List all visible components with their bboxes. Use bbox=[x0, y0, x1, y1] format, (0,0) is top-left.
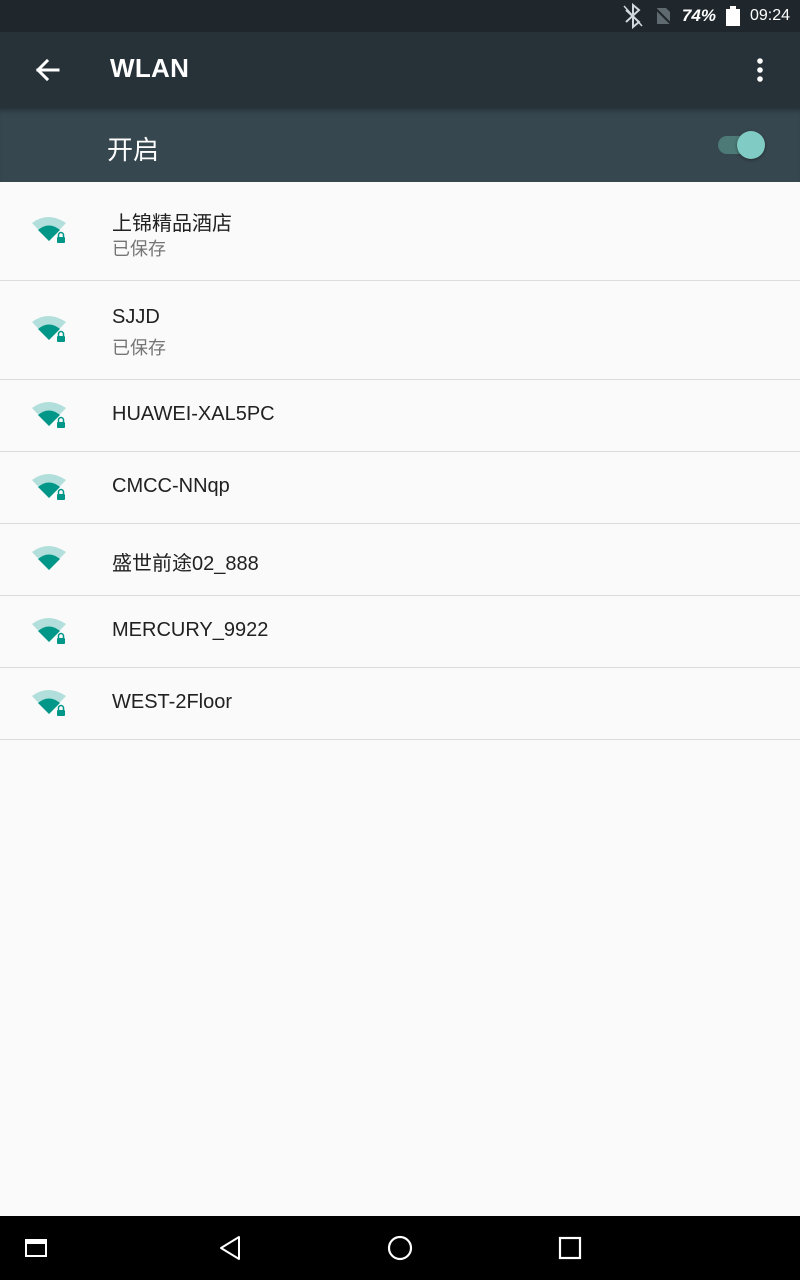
status-icons: 74% 09:24 bbox=[622, 0, 790, 32]
wifi-signal-locked-icon bbox=[32, 402, 66, 428]
status-time: 09:24 bbox=[749, 7, 790, 24]
network-name: 盛世前途02_888 bbox=[112, 553, 259, 575]
network-name: SJJD bbox=[112, 306, 160, 328]
nav-recents-icon[interactable] bbox=[554, 1232, 586, 1264]
network-row[interactable]: MERCURY_9922 bbox=[0, 596, 800, 668]
network-name: 上锦精品酒店 bbox=[112, 213, 232, 235]
wifi-signal-locked-icon bbox=[32, 690, 66, 716]
network-row[interactable]: CMCC-NNqp bbox=[0, 452, 800, 524]
network-row[interactable]: 盛世前途02_888 bbox=[0, 524, 800, 596]
arrow-back-icon[interactable] bbox=[30, 52, 66, 88]
network-row[interactable]: 上锦精品酒店 已保存 bbox=[0, 182, 800, 281]
network-row[interactable]: HUAWEI-XAL5PC bbox=[0, 380, 800, 452]
no-sim-icon bbox=[654, 7, 672, 25]
page-title: WLAN bbox=[110, 53, 190, 83]
network-status: 已保存 bbox=[112, 239, 166, 260]
network-row[interactable]: WEST-2Floor bbox=[0, 668, 800, 740]
wifi-signal-locked-icon bbox=[32, 474, 66, 500]
wifi-signal-locked-icon bbox=[32, 316, 66, 342]
network-name: CMCC-NNqp bbox=[112, 475, 230, 497]
nav-home-icon[interactable] bbox=[384, 1232, 416, 1264]
toggle-thumb bbox=[737, 131, 765, 159]
nav-back-icon[interactable] bbox=[214, 1232, 246, 1264]
battery-percent: 74% bbox=[681, 6, 716, 25]
network-name: HUAWEI-XAL5PC bbox=[112, 403, 275, 425]
network-list: 上锦精品酒店 已保存 SJJD 已保存 HUAWEI-XAL5PC CMCC-N… bbox=[0, 182, 800, 740]
wifi-signal-locked-icon bbox=[32, 618, 66, 644]
wifi-signal-locked-icon bbox=[32, 217, 66, 243]
wlan-switch-label: 开启 bbox=[107, 136, 160, 166]
status-bar: 74% 09:24 bbox=[0, 0, 800, 32]
more-vert-icon[interactable] bbox=[744, 52, 776, 88]
screenshot-icon[interactable] bbox=[20, 1232, 52, 1264]
battery-icon bbox=[725, 6, 740, 26]
wlan-toggle[interactable] bbox=[716, 130, 768, 160]
app-bar: WLAN bbox=[0, 32, 800, 108]
network-name: MERCURY_9922 bbox=[112, 619, 269, 641]
wifi-signal-open-icon bbox=[32, 546, 66, 570]
network-row[interactable]: SJJD 已保存 bbox=[0, 281, 800, 380]
wlan-master-switch-bar[interactable]: 开启 bbox=[0, 108, 800, 182]
network-name: WEST-2Floor bbox=[112, 691, 233, 713]
navigation-bar bbox=[0, 1216, 800, 1280]
network-status: 已保存 bbox=[112, 338, 166, 359]
bluetooth-icon bbox=[623, 3, 643, 29]
